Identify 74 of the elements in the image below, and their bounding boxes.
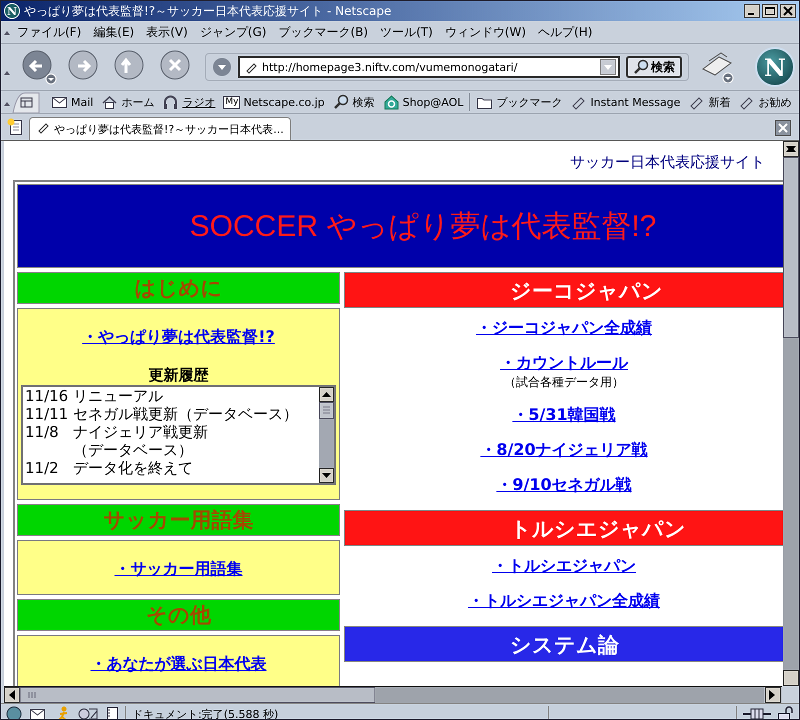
history-list[interactable]: 11/16 リニューアル 11/11 セネガル戦更新（データベース） 11/8 ナイジェリア戦更新（データベース） 11/2 データ化を終えて [21,385,336,485]
search-icon [332,94,350,110]
toolbar-link[interactable]: 検索 [328,94,379,110]
menu-item[interactable]: ツール(T) [374,24,439,40]
toolbar-link[interactable]: Mail [47,94,98,110]
section-heading: サッカー用語集 [17,504,340,536]
site-subtitle: サッカー日本代表応援サイト [569,152,766,173]
search-icon [633,59,649,75]
section-heading: はじめに [17,272,340,304]
section-heading: その他 [17,599,340,631]
page-link[interactable]: ・トルシエジャパン [492,556,636,577]
scrollbar[interactable] [319,387,334,483]
toolbar-link[interactable]: 新着 [684,94,734,110]
house-icon [101,94,118,110]
section-heading: システム論 [344,626,783,662]
page-link[interactable]: ・あなたが選ぶ日本代表 [90,654,266,675]
close-button[interactable] [780,4,796,18]
vertical-scrollbar[interactable] [783,141,799,686]
menu-item[interactable]: ファイル(F) [11,24,88,40]
close-tab-button[interactable] [775,120,791,136]
new-tab-button[interactable] [7,118,25,136]
section-heading: ジーコジャパン [344,272,783,308]
headphones-icon [162,94,180,110]
page-link[interactable]: ・8/20ナイジェリア戦 [480,440,648,461]
toolbar-link[interactable]: お勧め [734,94,796,110]
toolbar-link[interactable]: ラジオ [158,94,220,110]
entry-text: セネガル戦更新（データベース） [73,405,299,423]
house-icon [382,94,400,110]
search-button[interactable]: 検索 [626,56,682,78]
entry-text: リニューアル [73,387,164,405]
toolbar-link[interactable]: Instant Message [566,94,684,110]
page-link[interactable]: ・5/31韓国戦 [512,405,616,426]
address-field[interactable]: http://homepage3.niftv.com/vumemonogatari/ [238,56,620,78]
entry-date: 11/11 [25,405,70,423]
dropdown-icon [600,59,616,75]
address-book-icon[interactable] [105,706,119,719]
entry-date: 11/2 [25,459,60,477]
page-link[interactable]: ・ジーコジャパン全成績 [476,318,652,339]
menu-item[interactable]: ブックマーク(B) [272,24,374,40]
menu-item[interactable]: ジャンプ(G) [194,24,272,40]
link-note: （試合各種データ用） [504,374,624,391]
page-link[interactable]: ・トルシエジャパン全成績 [468,591,660,612]
maximize-button[interactable] [762,4,778,18]
page-link[interactable]: ・カウントルール [500,353,628,374]
entry-text: データ化を終えて [73,459,194,477]
menu-item[interactable]: ヘルプ(H) [532,24,598,40]
history-title: 更新履歴 [148,366,208,385]
toolbar-link[interactable]: Shop@AOL [378,94,468,110]
window-title: やっぱり夢は代表監督!?～サッカー日本代表応援サイト - Netscape [24,2,392,20]
toolbar-link[interactable]: ブックマーク [472,94,566,110]
toolbar-link[interactable]: My Netscape.co.jp [219,96,329,108]
sidebar-tab-button[interactable] [11,91,41,113]
globe-icon[interactable] [5,706,23,719]
section-heading: トルシエジャパン [344,510,783,546]
my-icon: My [223,96,240,108]
entry-text: ナイジェリア戦更新（データベース） [73,423,209,459]
menu-item[interactable]: 編集(E) [87,24,140,40]
page-link[interactable]: ・サッカー用語集 [114,559,242,580]
horizontal-scrollbar[interactable] [4,686,782,703]
netscape-logo: N [4,3,20,19]
entry-date: 11/8 [25,423,60,443]
browser-tab[interactable]: やっぱり夢は代表監督!?～サッカー日本代表... [29,117,291,140]
minimize-button[interactable] [744,4,760,18]
menu-item[interactable]: 表示(V) [140,24,194,40]
dropdown-button[interactable] [212,57,232,77]
page-link[interactable]: ・9/10セネガル戦 [496,475,632,496]
back-button[interactable] [21,49,57,85]
entry-date: 11/16 [25,387,70,405]
menu-item[interactable]: ウィンドウ(W) [438,24,532,40]
status-text: ドキュメント:完了(5.588 秒) [132,706,280,719]
page-link[interactable]: ・やっぱり夢は代表監督!? [82,327,275,348]
toolbar-link[interactable]: ホーム [97,94,158,110]
netscape-logo[interactable]: N [755,47,795,87]
site-banner: SOCCER やっぱり夢は代表監督!? [17,184,783,268]
